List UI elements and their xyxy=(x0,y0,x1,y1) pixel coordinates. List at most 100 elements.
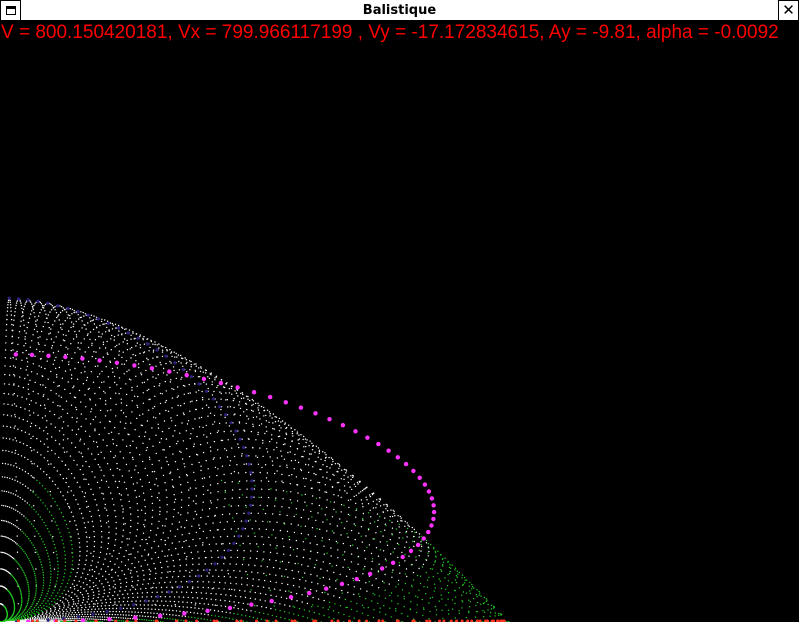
trajectory-point xyxy=(382,535,384,537)
trajectory-point xyxy=(34,535,36,537)
trajectory-point xyxy=(33,412,35,414)
trajectory-point xyxy=(37,342,39,344)
trajectory-point xyxy=(136,571,138,573)
trajectory-point xyxy=(37,513,39,516)
trajectory-point xyxy=(390,616,392,618)
trajectory-point xyxy=(140,611,143,614)
trajectory-point xyxy=(159,441,161,444)
time-front-point xyxy=(340,423,346,428)
trajectory-point xyxy=(151,427,153,429)
trajectory-point xyxy=(418,555,420,557)
trajectory-point xyxy=(53,543,55,546)
time-front-point xyxy=(376,441,381,447)
trajectory-point xyxy=(71,548,74,550)
trajectory-point xyxy=(127,544,129,546)
trajectory-point xyxy=(352,579,355,582)
trajectory-point xyxy=(364,565,366,568)
title-bar[interactable]: Balistique ✕ xyxy=(0,0,799,21)
trajectory-point xyxy=(306,617,309,619)
close-button[interactable]: ✕ xyxy=(778,0,799,21)
trajectory-point xyxy=(78,542,81,544)
trajectory-point xyxy=(49,490,51,493)
trajectory-point xyxy=(259,504,261,507)
trajectory-point xyxy=(32,602,34,604)
trajectory-point xyxy=(206,442,209,444)
trajectory-point xyxy=(190,551,192,554)
trajectory-point xyxy=(152,370,154,372)
trajectory-point xyxy=(53,466,55,469)
trajectory-point xyxy=(208,572,210,574)
trajectory-point xyxy=(174,605,177,607)
trajectory-point xyxy=(281,538,284,540)
trajectory-point xyxy=(84,394,86,396)
trajectory-point xyxy=(58,508,61,510)
trajectory-point xyxy=(149,573,151,575)
trajectory-point xyxy=(118,354,120,356)
trajectory-point xyxy=(356,481,359,484)
trajectory-point xyxy=(265,426,267,428)
trajectory-point xyxy=(105,322,107,325)
trajectory-point xyxy=(375,532,377,534)
trajectory-point xyxy=(377,555,380,557)
trajectory-point xyxy=(21,602,23,604)
trajectory-point xyxy=(425,542,428,544)
trajectory-point xyxy=(91,560,94,562)
trajectory-point xyxy=(122,351,124,353)
trajectory-point xyxy=(280,616,282,619)
trajectory-point xyxy=(137,596,139,598)
trajectory-point xyxy=(13,373,15,376)
trajectory-point xyxy=(207,515,209,518)
trajectory-point xyxy=(260,480,262,482)
trajectory-point xyxy=(272,529,275,531)
trajectory-point xyxy=(17,428,19,430)
trajectory-point xyxy=(62,495,64,497)
trajectory-point xyxy=(169,471,172,473)
trajectory-point xyxy=(21,396,23,398)
trajectory-point xyxy=(316,559,318,561)
apex-point xyxy=(211,397,215,401)
trajectory-point xyxy=(271,534,273,536)
trajectory-point xyxy=(152,620,155,622)
trajectory-point xyxy=(57,574,59,576)
trajectory-point xyxy=(114,357,116,360)
trajectory-point xyxy=(48,326,50,329)
trajectory-point xyxy=(212,575,214,577)
trajectory-point xyxy=(115,403,117,406)
trajectory-point xyxy=(222,543,224,545)
trajectory-point xyxy=(136,404,138,407)
trajectory-point xyxy=(139,618,141,621)
trajectory-point xyxy=(186,611,188,613)
trajectory-point xyxy=(136,342,138,344)
trajectory-point xyxy=(43,607,45,610)
trajectory-point xyxy=(376,499,378,501)
trajectory-point xyxy=(149,346,151,349)
trajectory-point xyxy=(24,377,26,380)
trajectory-point xyxy=(131,585,133,587)
trajectory-point xyxy=(67,614,70,616)
trajectory-point xyxy=(42,582,45,584)
trajectory-point xyxy=(161,525,164,527)
trajectory-point xyxy=(235,542,238,545)
trajectory-point xyxy=(104,558,106,560)
trajectory-point xyxy=(138,366,140,369)
trajectory-point xyxy=(290,591,292,593)
trajectory-point xyxy=(27,374,29,376)
trajectory-point xyxy=(39,312,41,314)
trajectory-point xyxy=(95,441,98,443)
trajectory-point xyxy=(23,550,25,553)
trajectory-point xyxy=(229,563,231,565)
trajectory-point xyxy=(213,390,215,393)
window-menu-button[interactable] xyxy=(0,0,21,21)
trajectory-point xyxy=(407,524,409,526)
trajectory-point xyxy=(144,467,146,470)
trajectory-point xyxy=(14,525,16,527)
trajectory-point xyxy=(90,408,93,410)
trajectory-point xyxy=(131,592,134,595)
trajectory-point xyxy=(47,555,50,557)
trajectory-point xyxy=(291,430,294,433)
trajectory-point xyxy=(207,376,209,378)
trajectory-point xyxy=(214,604,216,606)
trajectory-point xyxy=(79,440,81,442)
trajectory-point xyxy=(22,614,24,616)
trajectory-point xyxy=(80,342,82,344)
